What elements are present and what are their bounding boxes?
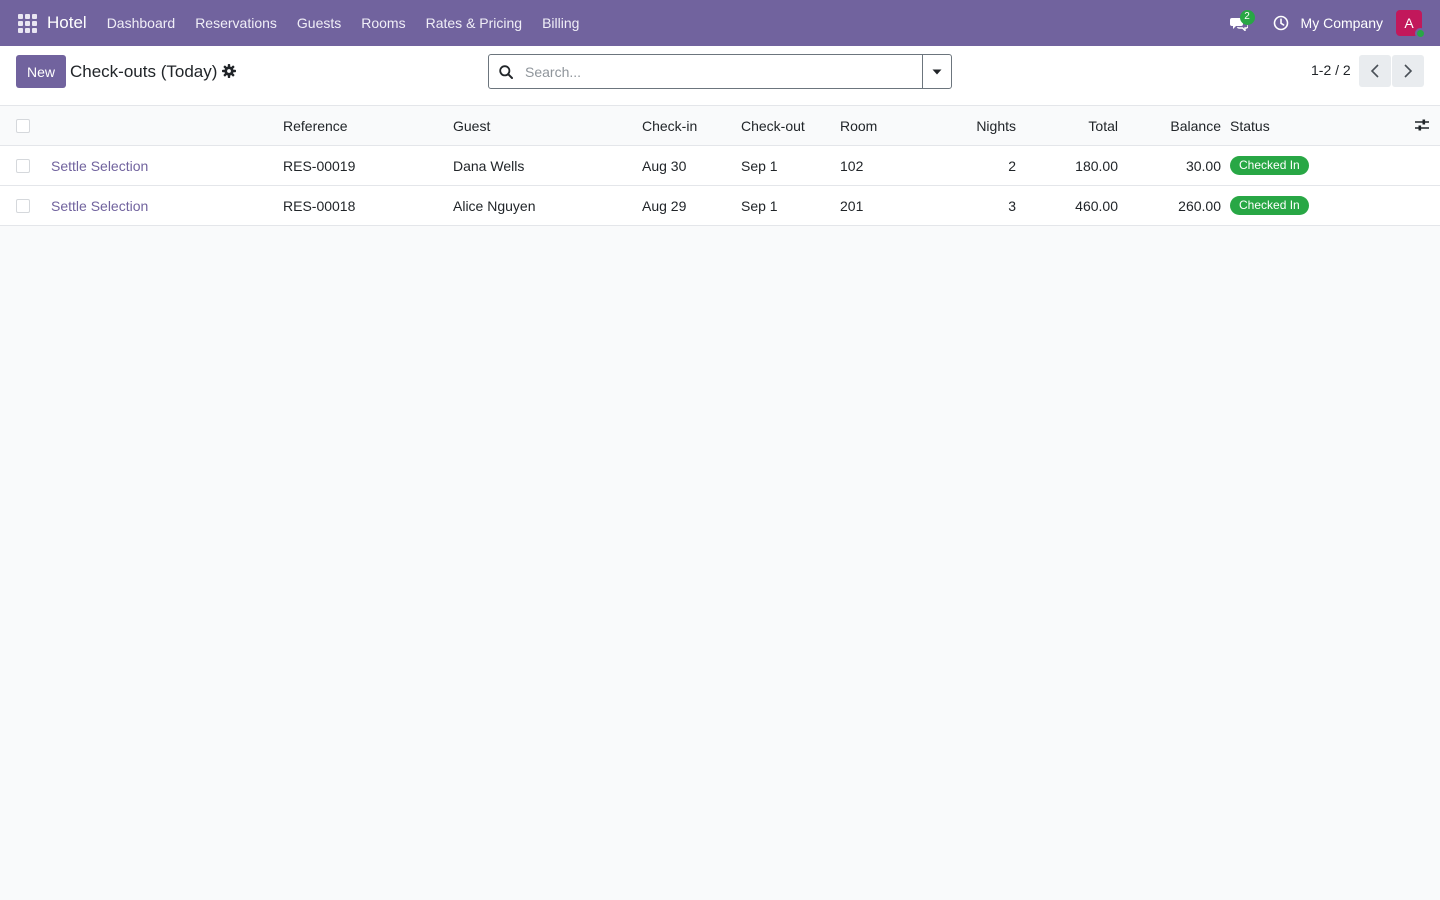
header-guest[interactable]: Guest <box>453 106 490 146</box>
menu-item-dashboard[interactable]: Dashboard <box>97 0 186 46</box>
cell-balance: 30.00 <box>1185 158 1221 174</box>
cell-nights: 2 <box>1008 158 1016 174</box>
row-checkbox[interactable] <box>16 199 30 213</box>
search-icon <box>489 55 523 88</box>
table-header: Reference Guest Check-in Check-out Room … <box>0 106 1440 146</box>
pager-next-button[interactable] <box>1392 55 1424 87</box>
header-balance[interactable]: Balance <box>1122 106 1221 146</box>
cell-nights: 3 <box>1008 198 1016 214</box>
new-button[interactable]: New <box>16 55 67 88</box>
company-switcher[interactable]: My Company <box>1301 15 1383 31</box>
search-input[interactable] <box>523 55 922 88</box>
row-checkbox[interactable] <box>16 159 30 173</box>
cell-balance: 260.00 <box>1178 198 1221 214</box>
avatar-letter: A <box>1404 15 1414 31</box>
menu-item-guests[interactable]: Guests <box>287 0 351 46</box>
menu-item-rates-pricing[interactable]: Rates & Pricing <box>416 0 532 46</box>
cell-reference: RES-00018 <box>283 198 356 214</box>
header-nights[interactable]: Nights <box>920 106 1016 146</box>
chevron-left-icon <box>1370 64 1379 78</box>
checkouts-table: Reference Guest Check-in Check-out Room … <box>0 106 1440 226</box>
cell-reference: RES-00019 <box>283 158 356 174</box>
cell-status: Checked In <box>1230 186 1309 226</box>
top-navbar: Hotel Dashboard Reservations Guests Room… <box>0 0 1440 46</box>
table-row[interactable]: Settle Selection RES-00018 Alice Nguyen … <box>0 186 1440 226</box>
cell-room: 102 <box>840 158 864 174</box>
cell-guest: Alice Nguyen <box>453 198 536 214</box>
chevron-right-icon <box>1404 64 1413 78</box>
cell-checkin: Aug 29 <box>642 198 687 214</box>
caret-down-icon <box>932 69 942 74</box>
app-grid-icon[interactable] <box>0 0 54 46</box>
gear-icon[interactable] <box>222 64 236 81</box>
page-title: Check-outs (Today) <box>70 62 218 81</box>
pager-previous-button[interactable] <box>1359 55 1391 87</box>
column-settings-icon[interactable] <box>1414 118 1430 135</box>
chat-icon[interactable]: 2 <box>1217 0 1261 46</box>
cell-total: 460.00 <box>1075 198 1118 214</box>
online-status-dot <box>1415 28 1426 39</box>
chat-count-badge: 2 <box>1239 10 1255 25</box>
header-reference[interactable]: Reference <box>283 106 348 146</box>
status-badge: Checked In <box>1230 196 1309 216</box>
menu-item-billing[interactable]: Billing <box>532 0 589 46</box>
table-row[interactable]: Settle Selection RES-00019 Dana Wells Au… <box>0 146 1440 186</box>
control-panel: New Check-outs (Today) 1-2 <box>0 46 1440 106</box>
cell-guest: Dana Wells <box>453 158 525 174</box>
settle-selection-button[interactable]: Settle Selection <box>51 186 148 226</box>
select-all-checkbox[interactable] <box>16 119 30 133</box>
clock-icon[interactable] <box>1261 0 1301 46</box>
header-checkin[interactable]: Check-in <box>642 106 697 146</box>
settle-selection-button[interactable]: Settle Selection <box>51 146 148 186</box>
cell-total: 180.00 <box>1075 158 1118 174</box>
main-menu: Dashboard Reservations Guests Rooms Rate… <box>97 0 590 46</box>
user-avatar[interactable]: A <box>1396 10 1426 39</box>
menu-item-reservations[interactable]: Reservations <box>185 0 287 46</box>
cell-checkout: Sep 1 <box>741 198 778 214</box>
cell-room: 201 <box>840 198 864 214</box>
cell-status: Checked In <box>1230 146 1309 186</box>
header-room[interactable]: Room <box>840 106 877 146</box>
search-options-toggle[interactable] <box>922 55 951 88</box>
pager-value[interactable]: 1-2 / 2 <box>1311 62 1351 78</box>
status-badge: Checked In <box>1230 156 1309 176</box>
navbar-systray: 2 My Company A <box>1217 0 1440 46</box>
search-bar <box>488 54 952 89</box>
header-total[interactable]: Total <box>1020 106 1118 146</box>
menu-item-rooms[interactable]: Rooms <box>351 0 415 46</box>
cell-checkin: Aug 30 <box>642 158 687 174</box>
header-status[interactable]: Status <box>1230 106 1270 146</box>
header-checkout[interactable]: Check-out <box>741 106 805 146</box>
cell-checkout: Sep 1 <box>741 158 778 174</box>
app-brand[interactable]: Hotel <box>47 13 87 33</box>
